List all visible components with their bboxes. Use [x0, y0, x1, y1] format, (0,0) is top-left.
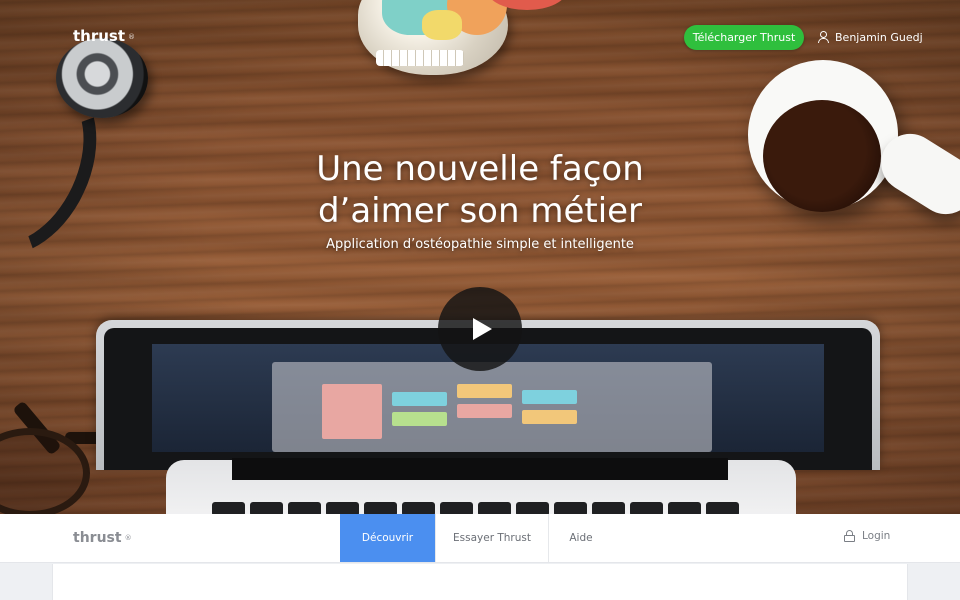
brand-logo-text: thrust [73, 27, 126, 45]
nav-brand-logo[interactable]: thrust ® [73, 530, 132, 546]
play-icon [473, 318, 492, 340]
laptop-hinge [232, 458, 728, 480]
headline-line-2: d’aimer son métier [317, 191, 643, 231]
brand-logo-mark: ® [128, 32, 136, 41]
tab-aide[interactable]: Aide [549, 514, 613, 562]
secondary-nav: thrust ® Découvrir Essayer Thrust Aide Lo… [0, 514, 960, 563]
content-card [52, 564, 908, 600]
user-name: Benjamin Guedj [835, 30, 923, 44]
hero-headline: Une nouvelle façon d’aimer son métier [0, 148, 960, 232]
login-label: Login [862, 530, 891, 542]
stethoscope-image [56, 38, 148, 118]
hero-section: thrust ® Télécharger Thrust Benjamin Gued… [0, 0, 960, 514]
tab-essayer-thrust[interactable]: Essayer Thrust [436, 514, 548, 562]
tab-decouvrir[interactable]: Découvrir [340, 514, 435, 562]
play-video-button[interactable] [438, 287, 522, 371]
user-icon [818, 31, 829, 43]
brand-logo[interactable]: thrust ® [73, 27, 135, 45]
nav-brand-logo-mark: ® [124, 534, 132, 542]
headline-line-1: Une nouvelle façon [316, 149, 644, 189]
skull-model-image [352, 0, 574, 80]
user-menu[interactable]: Benjamin Guedj [818, 29, 923, 45]
nav-brand-logo-text: thrust [73, 530, 122, 546]
lock-icon [844, 530, 855, 542]
hero-subtitle: Application d’ostéopathie simple et inte… [326, 237, 634, 252]
download-button[interactable]: Télécharger Thrust [684, 25, 804, 50]
login-link[interactable]: Login [844, 530, 890, 542]
